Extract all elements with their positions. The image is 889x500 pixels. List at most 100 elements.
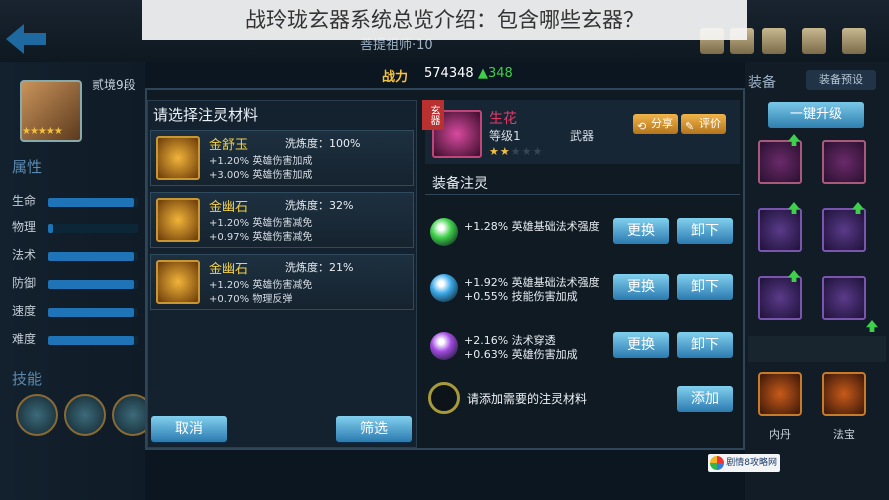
skill-icon[interactable]	[16, 394, 58, 436]
stat-label: 速度	[12, 304, 37, 318]
bag-icon[interactable]	[762, 28, 786, 54]
share-icon: ⟲	[637, 120, 647, 133]
search-icon[interactable]	[842, 28, 866, 54]
material-card[interactable]: 金幽石 洗炼度：21% +1.20% 英雄伤害减免 +0.70% 物理反弹	[150, 254, 414, 310]
stat-row: 法术	[12, 246, 138, 264]
equipment-slot[interactable]	[822, 208, 866, 252]
remove-button[interactable]: 卸下	[677, 218, 733, 244]
share-label: 分享	[651, 117, 673, 130]
equipment-preset-button[interactable]: 装备预设	[806, 70, 876, 90]
skills-title: 技能	[12, 370, 43, 388]
power-value: 574348	[424, 66, 474, 81]
material-stat: +0.97% 英雄伤害减免	[209, 232, 313, 243]
replace-button[interactable]: 更换	[613, 332, 669, 358]
material-stat: +1.20% 英雄伤害减免	[209, 218, 313, 229]
hero-rank: 贰境9段	[92, 78, 136, 92]
share-button[interactable]: ⟲ 分享	[633, 114, 678, 134]
star-filled-icon: ★	[489, 145, 500, 158]
remove-button[interactable]: 卸下	[677, 332, 733, 358]
power-label: 战力	[382, 70, 409, 85]
inner-core-label: 内丹	[769, 428, 791, 441]
equipment-slot[interactable]	[822, 276, 866, 320]
material-card[interactable]: 金舒玉 洗炼度：100% +1.20% 英雄伤害加成 +3.00% 英雄伤害加成	[150, 130, 414, 186]
item-tag: 玄器	[422, 100, 444, 130]
material-refine: 洗炼度：21%	[285, 261, 354, 274]
skill-icon[interactable]	[64, 394, 106, 436]
stat-label: 物理	[12, 220, 37, 234]
one-key-upgrade-button[interactable]: 一键升级	[768, 102, 864, 128]
equipment-slot[interactable]	[758, 140, 802, 184]
review-label: 评价	[699, 117, 721, 130]
material-card[interactable]: 金幽石 洗炼度：32% +1.20% 英雄伤害减免 +0.97% 英雄伤害减免	[150, 192, 414, 248]
stat-bar-fill	[48, 252, 134, 261]
power-increase: ▲348	[478, 66, 513, 81]
material-gem-icon	[156, 198, 200, 242]
star-empty-icon: ★	[510, 145, 522, 158]
star-empty-icon: ★	[532, 145, 544, 158]
item-type: 武器	[570, 129, 595, 143]
attributes-title: 属性	[12, 158, 43, 176]
hero-stars: ★★★★★	[22, 126, 63, 137]
material-stat: +0.70% 物理反弹	[209, 294, 293, 305]
material-name: 金幽石	[209, 262, 249, 277]
empty-slot-text: 请添加需要的注灵材料	[467, 392, 588, 406]
stat-bar-fill	[48, 224, 53, 233]
stat-row: 生命	[12, 192, 138, 210]
stat-label: 生命	[12, 194, 37, 208]
equipment-slot[interactable]	[758, 208, 802, 252]
star-filled-icon: ★	[499, 145, 511, 158]
watermark-logo	[710, 456, 724, 470]
stat-row: 物理	[12, 218, 138, 236]
remove-button[interactable]: 卸下	[677, 274, 733, 300]
infusion-gem-icon	[430, 332, 458, 360]
stat-label: 法术	[12, 248, 37, 262]
item-name: 生花	[489, 111, 517, 127]
stat-row: 难度	[12, 330, 138, 348]
tab-equipment[interactable]: 装备	[748, 72, 776, 92]
equipment-tab-strip	[748, 336, 886, 362]
page-title-banner: 战玲珑玄器系统总览介绍：包含哪些玄器？	[142, 0, 747, 40]
infusion-gem-icon	[430, 274, 458, 302]
material-name: 金幽石	[209, 200, 249, 215]
material-stat: +1.20% 英雄伤害加成	[209, 156, 313, 167]
stat-bar-track	[48, 224, 138, 233]
stat-bar-fill	[48, 308, 134, 317]
stat-bar-fill	[48, 336, 134, 345]
stat-label: 防御	[12, 276, 37, 290]
equipment-slot[interactable]	[822, 140, 866, 184]
add-button[interactable]: 添加	[677, 386, 733, 412]
replace-button[interactable]: 更换	[613, 218, 669, 244]
inner-core-slot[interactable]	[758, 372, 802, 416]
stat-bar-fill	[48, 280, 134, 289]
material-gem-icon	[156, 136, 200, 180]
power-increase-value: 348	[488, 66, 513, 81]
book-icon[interactable]	[802, 28, 826, 54]
equipment-slot[interactable]	[758, 276, 802, 320]
material-refine: 洗炼度：100%	[285, 137, 361, 150]
item-level: 等级1	[489, 129, 521, 143]
material-panel-title: 请选择注灵材料	[153, 106, 259, 124]
empty-slot-ring[interactable]	[428, 382, 460, 414]
item-stars: ★★★★★	[489, 145, 543, 158]
review-button[interactable]: ✎ 评价	[681, 114, 726, 134]
treasure-slot[interactable]	[822, 372, 866, 416]
edit-icon: ✎	[685, 120, 695, 133]
stat-row: 速度	[12, 302, 138, 320]
divider	[425, 194, 740, 195]
material-gem-icon	[156, 260, 200, 304]
stat-row: 防御	[12, 274, 138, 292]
treasure-label: 法宝	[833, 428, 855, 441]
material-name: 金舒玉	[209, 138, 249, 153]
stat-label: 难度	[12, 332, 37, 346]
replace-button[interactable]: 更换	[613, 274, 669, 300]
power-bar: 战力 574348 ▲348	[330, 66, 560, 86]
infusion-title: 装备注灵	[432, 176, 488, 192]
material-stat: +3.00% 英雄伤害加成	[209, 170, 313, 181]
infusion-stat: +0.55% 技能伤害加成	[464, 290, 578, 303]
star-empty-icon: ★	[521, 145, 533, 158]
infusion-stat: +0.63% 英雄伤害加成	[464, 348, 578, 361]
filter-button[interactable]: 筛选	[336, 416, 412, 442]
cancel-button[interactable]: 取消	[151, 416, 227, 442]
infusion-stat: +1.28% 英雄基础法术强度	[464, 220, 600, 233]
material-stat: +1.20% 英雄伤害减免	[209, 280, 313, 291]
